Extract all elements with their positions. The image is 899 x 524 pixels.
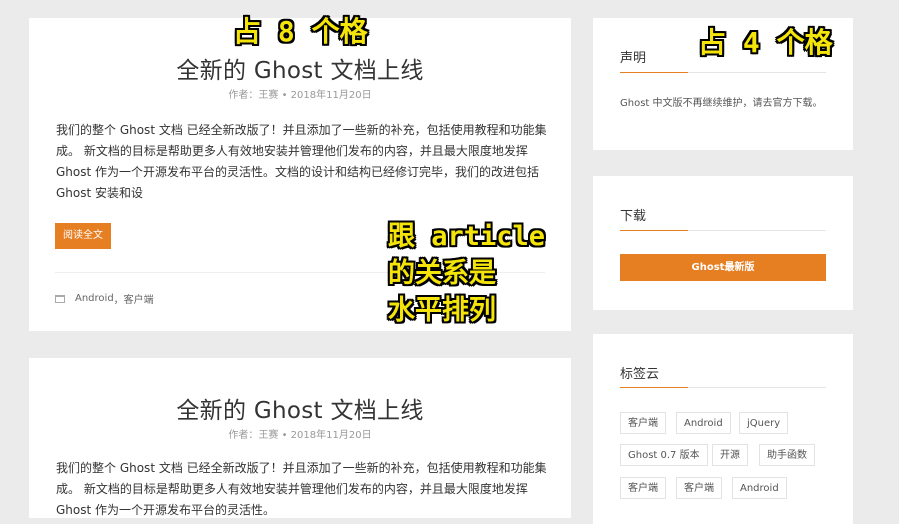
annotation-relation-line: 跟 article [388, 221, 546, 252]
widget-title: 下载 [620, 209, 647, 224]
download-widget: 下载 Ghost最新版 [593, 176, 853, 310]
tag-item[interactable]: 客户端 [676, 477, 722, 499]
tag-separator: ， [113, 295, 124, 306]
tag-link-android[interactable]: Android [75, 293, 114, 304]
read-more-button[interactable]: 阅读全文 [55, 223, 111, 249]
tag-link-client[interactable]: 客户端 [124, 291, 154, 306]
notice-text: Ghost 中文版不再继续维护，请去官方下载。 [620, 98, 823, 109]
article-title[interactable]: 全新的 Ghost 文档上线 [29, 391, 571, 425]
tag-item[interactable]: 助手函数 [759, 444, 815, 466]
article-card: 全新的 Ghost 文档上线 作者：王赛 • 2018年11月20日 我们的整个… [29, 358, 571, 518]
widget-title-underline [620, 72, 826, 73]
tag-item[interactable]: 客户端 [620, 412, 666, 434]
widget-title: 标签云 [620, 367, 660, 382]
article-title[interactable]: 全新的 Ghost 文档上线 [29, 51, 571, 85]
article-excerpt: 我们的整个 Ghost 文档 已经全新改版了！并且添加了一些新的补充，包括使用教… [56, 461, 547, 517]
folder-icon [55, 294, 65, 303]
widget-title-underline [620, 387, 826, 388]
widget-title-underline [620, 230, 826, 231]
tagcloud-widget: 标签云 客户端 Android jQuery Ghost 0.7 版本 开源 助… [593, 334, 853, 524]
article-meta: 作者：王赛 • 2018年11月20日 [228, 90, 372, 101]
tag-item[interactable]: 客户端 [620, 477, 666, 499]
article-excerpt: 我们的整个 Ghost 文档 已经全新改版了！并且添加了一些新的补充，包括使用教… [56, 123, 547, 200]
tag-item[interactable]: Ghost 0.7 版本 [620, 444, 708, 466]
article-meta: 作者：王赛 • 2018年11月20日 [228, 430, 372, 441]
tag-item[interactable]: 开源 [712, 444, 748, 466]
annotation-relation-line: 水平排列 [388, 295, 496, 326]
annotation-main-width: 占 8 个格 [233, 15, 368, 48]
article-tags: Android ， 客户端 [55, 291, 154, 306]
tag-item[interactable]: Android [676, 412, 731, 434]
annotation-sidebar-width: 占 4 个格 [698, 26, 833, 59]
annotation-relation-line: 的关系是 [388, 258, 496, 289]
tag-item[interactable]: jQuery [739, 412, 789, 434]
tag-item[interactable]: Android [732, 477, 787, 499]
widget-title: 声明 [620, 51, 647, 66]
download-button[interactable]: Ghost最新版 [620, 254, 826, 281]
annotation-relation: 跟 article 的关系是 水平排列 [388, 218, 545, 329]
